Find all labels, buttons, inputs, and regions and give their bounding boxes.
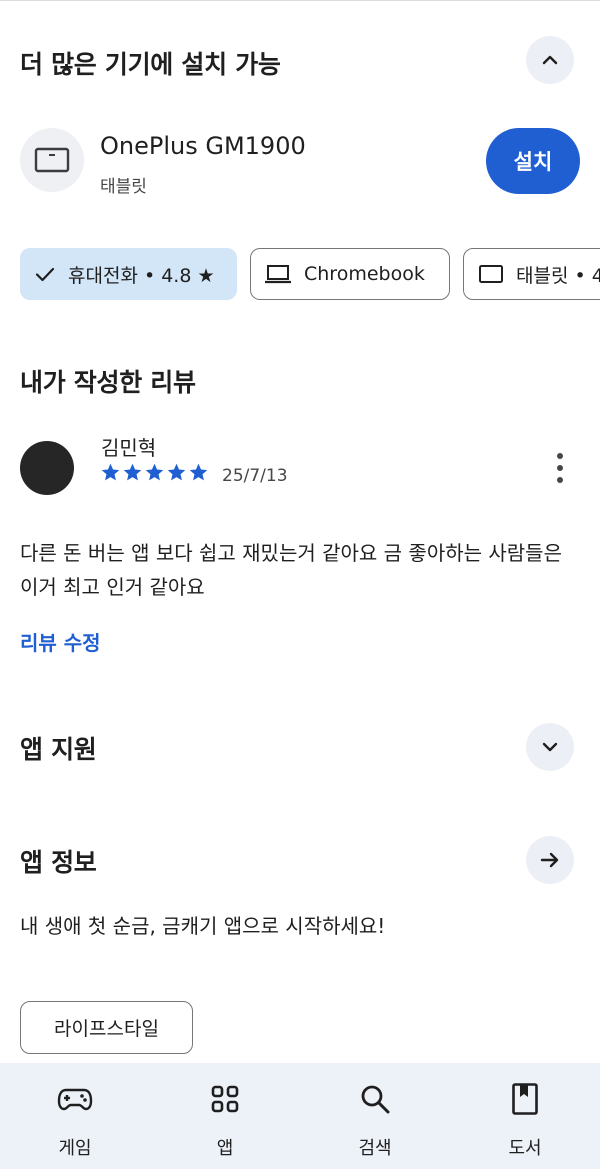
my-review-title: 내가 작성한 리뷰 (20, 368, 196, 397)
app-support-title: 앱 지원 (20, 735, 97, 764)
star-rating (100, 462, 209, 483)
app-info-arrow-button[interactable] (526, 836, 574, 884)
nav-item-apps[interactable]: 앱 (150, 1063, 300, 1169)
more-options-button[interactable] (548, 450, 572, 486)
app-details-page: 더 많은 기기에 설치 가능 OnePlus GM1900 태블릿 설치 휴대전… (0, 0, 600, 1169)
laptop-icon (264, 263, 292, 285)
chip-chromebook[interactable]: Chromebook (250, 248, 450, 300)
review-date: 25/7/13 (222, 466, 288, 486)
star-icon (101, 463, 120, 481)
star-icon (189, 463, 208, 481)
nav-item-books[interactable]: 도서 (450, 1063, 600, 1169)
reviewer-name: 김민혁 (101, 436, 157, 460)
chip-chromebook-label: Chromebook (304, 263, 425, 285)
install-button[interactable]: 설치 (486, 128, 580, 194)
device-type: 태블릿 (100, 177, 147, 197)
avatar (20, 441, 74, 495)
app-info-title: 앱 정보 (20, 848, 97, 877)
check-icon (34, 263, 56, 285)
nav-item-games[interactable]: 게임 (0, 1063, 150, 1169)
top-divider (0, 0, 600, 1)
category-chip[interactable]: 라이프스타일 (20, 1001, 193, 1054)
book-icon (507, 1081, 543, 1117)
tablet-icon (34, 146, 70, 174)
chip-tablet-label: 태블릿 • 4 (516, 264, 600, 287)
collapse-button[interactable] (526, 36, 574, 84)
app-description: 내 생애 첫 순금, 금캐기 앱으로 시작하세요! (20, 914, 386, 938)
nav-label-books: 도서 (508, 1138, 542, 1159)
review-text: 다른 돈 버는 앱 보다 쉽고 재밌는거 같아요 금 좋아하는 사람들은 이거 … (20, 541, 562, 599)
star-icon (145, 463, 164, 481)
arrow-right-icon (538, 848, 562, 872)
edit-review-link[interactable]: 리뷰 수정 (20, 627, 101, 656)
nav-label-games: 게임 (58, 1138, 92, 1159)
nav-item-search[interactable]: 검색 (300, 1063, 450, 1169)
nav-label-apps: 앱 (216, 1138, 234, 1159)
gamepad-icon (57, 1081, 93, 1117)
apps-grid-icon (207, 1081, 243, 1117)
chevron-down-icon (540, 737, 560, 757)
chevron-up-icon (540, 50, 560, 70)
more-vert-icon (548, 450, 572, 490)
chip-tablet[interactable]: 태블릿 • 4 (463, 248, 600, 300)
device-avatar (20, 128, 84, 192)
chip-phone[interactable]: 휴대전화 • 4.8 ★ (20, 248, 237, 300)
nav-label-search: 검색 (358, 1138, 392, 1159)
star-icon (123, 463, 142, 481)
star-icon (167, 463, 186, 481)
expand-button[interactable] (526, 723, 574, 771)
device-row: OnePlus GM1900 태블릿 설치 (20, 128, 580, 197)
tablet-icon (478, 264, 504, 284)
search-icon (357, 1081, 393, 1117)
device-name: OnePlus GM1900 (100, 132, 306, 160)
chip-phone-label: 휴대전화 • 4.8 ★ (68, 264, 215, 287)
bottom-nav: 게임 앱 검색 도서 (0, 1063, 600, 1169)
install-section-title: 더 많은 기기에 설치 가능 (20, 50, 281, 79)
